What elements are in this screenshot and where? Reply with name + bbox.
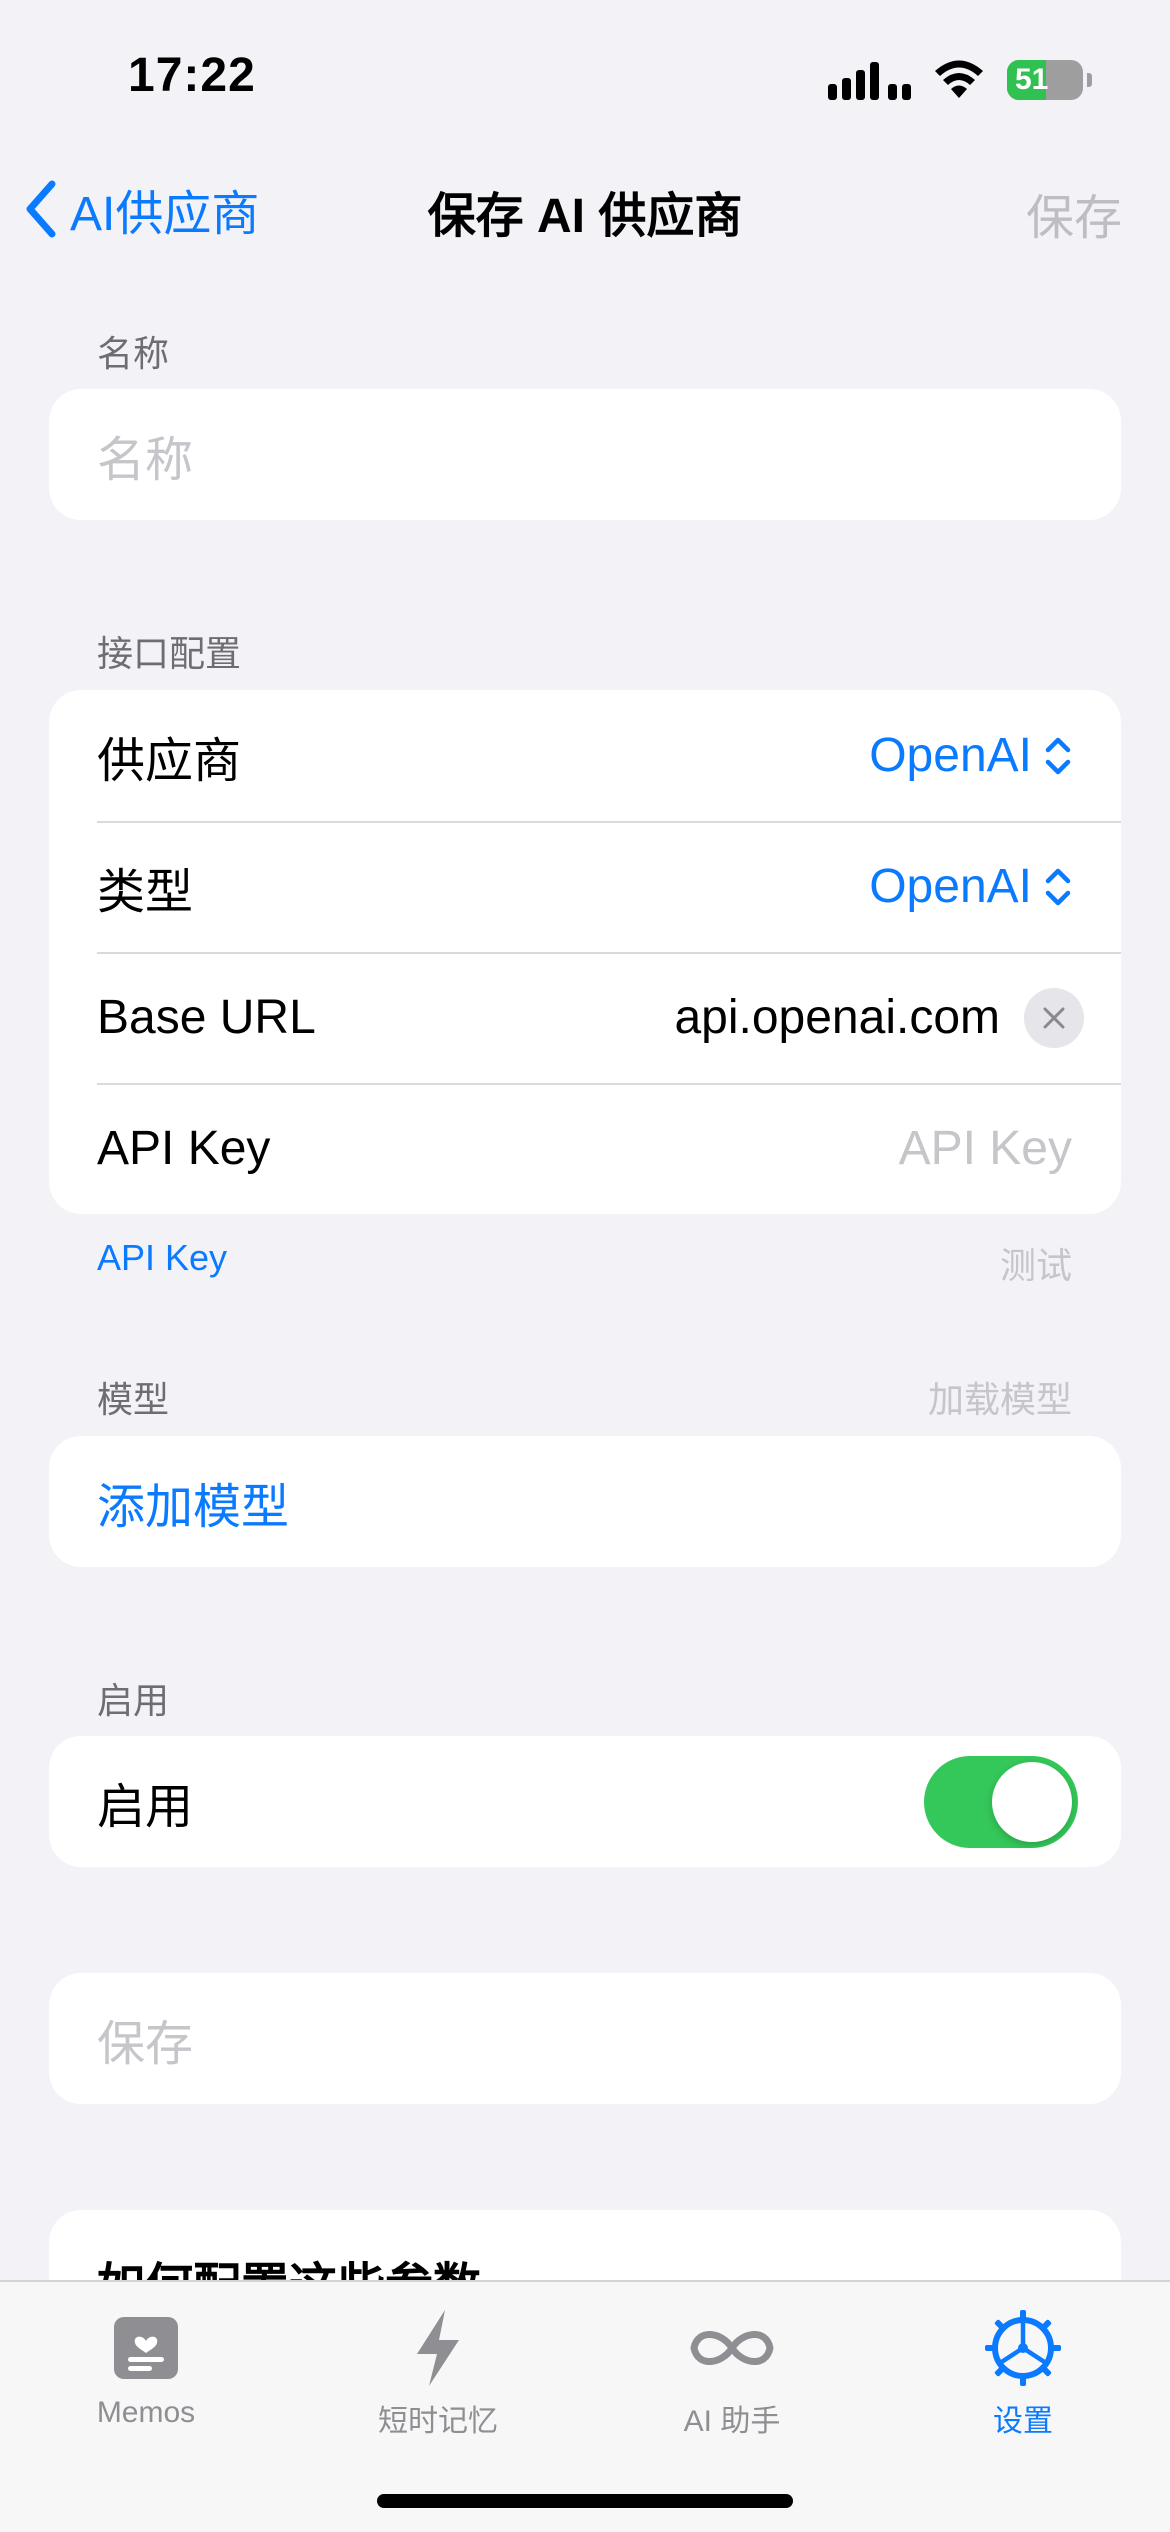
settings-wheel-icon (985, 2310, 1061, 2386)
provider-row[interactable]: 供应商 OpenAI (49, 690, 1121, 821)
provider-label: 供应商 (97, 734, 242, 788)
enable-label: 启用 (97, 1780, 194, 1834)
clear-button[interactable] (1024, 987, 1084, 1048)
api-key-input[interactable]: API Key (899, 1121, 1072, 1176)
provider-value: OpenAI (869, 729, 1032, 782)
name-section-header: 名称 (97, 333, 170, 374)
tab-ai-assistant-label: AI 助手 (683, 2405, 781, 2438)
name-field[interactable]: 名称 (49, 389, 1121, 520)
enable-card: 启用 (49, 1736, 1121, 1867)
api-key-link[interactable]: API Key (97, 1237, 227, 1279)
home-indicator[interactable] (377, 2494, 793, 2508)
add-model-label: 添加模型 (97, 1480, 290, 1534)
models-card: 添加模型 (49, 1436, 1121, 1567)
navigation-bar: AI供应商 保存 AI 供应商 保存 (0, 168, 1170, 248)
page-title: 保存 AI 供应商 (427, 190, 743, 243)
tab-memos[interactable]: Memos (36, 2300, 256, 2430)
bolt-icon (417, 2310, 459, 2386)
cellular-signal-icon (828, 60, 911, 100)
test-button[interactable]: 测试 (1000, 1237, 1072, 1289)
name-placeholder: 名称 (97, 433, 194, 487)
tab-short-memory[interactable]: 短时记忆 (328, 2300, 548, 2440)
tab-short-memory-label: 短时记忆 (378, 2405, 498, 2438)
type-row[interactable]: 类型 OpenAI (49, 821, 1121, 952)
type-label: 类型 (97, 865, 194, 919)
api-key-row: API Key API Key (49, 1083, 1121, 1214)
models-section-header: 模型 (97, 1379, 170, 1420)
tab-ai-assistant[interactable]: AI 助手 (622, 2300, 842, 2440)
base-url-input[interactable]: api.openai.com (674, 990, 1000, 1045)
type-picker[interactable]: OpenAI (869, 859, 1072, 914)
battery-percent: 51 (1015, 63, 1049, 96)
wifi-icon (935, 60, 983, 98)
tab-bar: Memos 短时记忆 AI 助手 设置 (0, 2280, 1170, 2532)
screen: 17:22 51 AI供应商 保存 AI 供应商 保存 名称 名称 接口配置 供… (0, 0, 1170, 2532)
close-icon (1043, 1007, 1065, 1028)
name-card: 名称 (49, 389, 1121, 520)
save-card: 保存 (49, 1973, 1121, 2104)
save-button[interactable]: 保存 (49, 1973, 1121, 2104)
enable-toggle[interactable] (924, 1755, 1078, 1848)
chevron-up-down-icon (1045, 868, 1071, 905)
type-value: OpenAI (869, 860, 1032, 913)
api-key-label: API Key (97, 1122, 271, 1175)
provider-picker[interactable]: OpenAI (869, 728, 1072, 783)
status-time: 17:22 (128, 49, 256, 102)
enable-section-header: 启用 (97, 1680, 170, 1721)
base-url-label: Base URL (97, 991, 316, 1044)
chevron-up-down-icon (1045, 737, 1071, 774)
tab-settings[interactable]: 设置 (913, 2300, 1133, 2440)
nav-save-button[interactable]: 保存 (1026, 178, 1122, 248)
save-button-label: 保存 (97, 2017, 194, 2071)
infinity-icon (690, 2331, 774, 2365)
api-section-header: 接口配置 (97, 633, 242, 674)
api-config-card: 供应商 OpenAI 类型 OpenAI Base URL api.openai… (49, 690, 1121, 1214)
enable-row: 启用 (49, 1736, 1121, 1867)
add-model-button[interactable]: 添加模型 (49, 1436, 1121, 1567)
tab-settings-label: 设置 (993, 2405, 1053, 2438)
load-models-button[interactable]: 加载模型 (928, 1371, 1072, 1423)
base-url-row: Base URL api.openai.com (49, 952, 1121, 1083)
memos-icon (114, 2317, 178, 2379)
status-icons: 51 (828, 52, 1092, 108)
battery-icon: 51 (1007, 60, 1083, 100)
tab-memos-label: Memos (96, 2396, 196, 2429)
